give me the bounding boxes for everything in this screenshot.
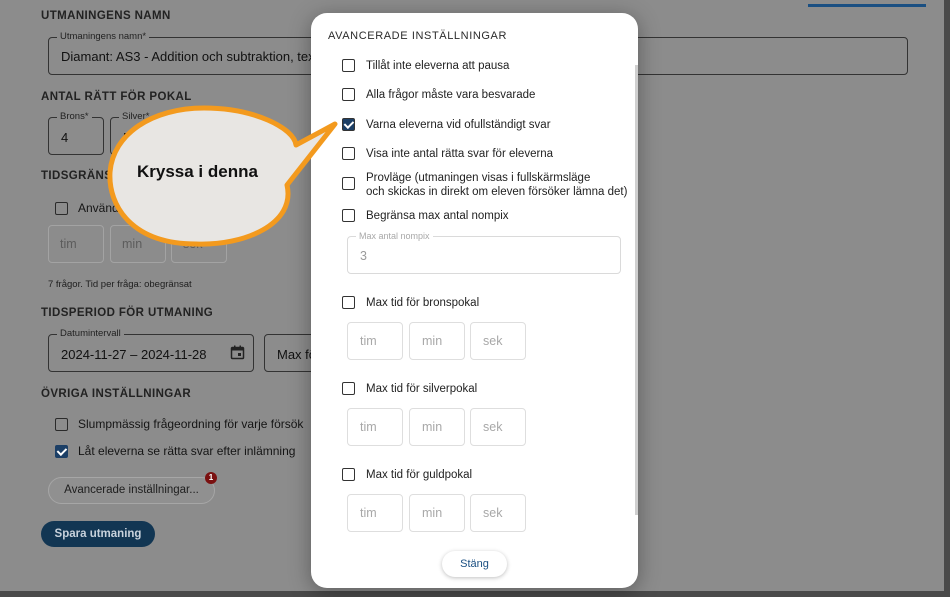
random-order-label: Slumpmässig frågeordning för varje försö… (78, 417, 304, 431)
option-gold-time[interactable]: Max tid för guldpokal (342, 468, 472, 482)
section-title-pokal: ANTAL RÄTT FÖR POKAL (41, 91, 192, 103)
max-nompix-field[interactable]: Max antal nompix 3 (347, 231, 621, 274)
silver-tim-field[interactable]: tim (347, 408, 403, 446)
use-time-limit-checkbox[interactable] (55, 201, 68, 215)
option-no-pause[interactable]: Tillåt inte eleverna att pausa (342, 59, 509, 73)
gold-tim-field[interactable]: tim (347, 494, 403, 532)
option-silver-time[interactable]: Max tid för silverpokal (342, 382, 477, 396)
date-range-label: Datumintervall (57, 328, 124, 339)
silver-field[interactable]: Silver* 5 (110, 111, 166, 155)
gold-sek-field[interactable]: sek (470, 494, 526, 532)
silver-min-field[interactable]: min (409, 408, 465, 446)
option-warn-incomplete[interactable]: Varna eleverna vid ofullständigt svar (342, 118, 551, 132)
option-bronze-time-label: Max tid för bronspokal (366, 297, 480, 309)
option-gold-time-checkbox[interactable] (342, 468, 355, 481)
option-bronze-time[interactable]: Max tid för bronspokal (342, 296, 479, 310)
show-answers-checkbox[interactable] (55, 444, 68, 458)
section-title-period: TIDSPERIOD FÖR UTMANING (41, 307, 214, 319)
callout-text: Kryssa i denna (137, 162, 258, 181)
time-limit-sek-field[interactable]: sek (171, 225, 227, 263)
brons-value: 4 (61, 130, 69, 145)
option-no-pause-label: Tillåt inte eleverna att pausa (366, 60, 510, 72)
option-no-pause-checkbox[interactable] (342, 59, 355, 72)
option-exam-mode-label-line1: Provläge (utmaningen visas i fullskärmsl… (366, 172, 591, 184)
option-all-answered-checkbox[interactable] (342, 88, 355, 101)
option-bronze-time-checkbox[interactable] (342, 296, 355, 309)
option-hide-correct-count[interactable]: Visa inte antal rätta svar för eleverna (342, 147, 553, 161)
random-order-row[interactable]: Slumpmässig frågeordning för varje försö… (55, 417, 303, 431)
silver-value: 5 (123, 130, 131, 145)
advanced-settings-button[interactable]: Avancerade inställningar... (48, 477, 215, 504)
active-tab-indicator (808, 4, 926, 7)
use-time-limit-label: Använd (78, 201, 119, 215)
random-order-checkbox[interactable] (55, 417, 68, 431)
use-time-limit-row[interactable]: Använd (55, 201, 119, 215)
brons-label: Brons* (57, 111, 92, 122)
dialog-scrollbar[interactable] (635, 65, 638, 515)
option-silver-time-checkbox[interactable] (342, 382, 355, 395)
show-answers-row[interactable]: Låt eleverna se rätta svar efter inlämni… (55, 444, 295, 458)
bronze-tim-field[interactable]: tim (347, 322, 403, 360)
challenge-name-value: Diamant: AS3 - Addition och subtraktion,… (61, 49, 315, 64)
save-challenge-button[interactable]: Spara utmaning (41, 521, 155, 547)
option-limit-nompix-checkbox[interactable] (342, 209, 355, 222)
option-hide-correct-count-label: Visa inte antal rätta svar för eleverna (366, 148, 554, 160)
time-limit-tim-field[interactable]: tim (48, 225, 104, 263)
option-exam-mode-text: Provläge (utmaningen visas i fullskärmsl… (366, 171, 627, 199)
max-nompix-value: 3 (360, 249, 367, 263)
close-button[interactable]: Stäng (442, 551, 507, 577)
option-limit-nompix[interactable]: Begränsa max antal nompix (342, 209, 509, 223)
show-answers-label: Låt eleverna se rätta svar efter inlämni… (78, 444, 296, 458)
challenge-name-label: Utmaningens namn* (57, 31, 150, 42)
option-all-answered-label: Alla frågor måste vara besvarade (366, 89, 536, 101)
max-nompix-label: Max antal nompix (356, 231, 433, 241)
section-title-other: ÖVRIGA INSTÄLLNINGAR (41, 388, 192, 400)
date-range-field[interactable]: Datumintervall 2024-11-27 – 2024-11-28 (48, 328, 254, 372)
option-exam-mode[interactable]: Provläge (utmaningen visas i fullskärmsl… (342, 171, 627, 199)
silver-label: Silver* (119, 111, 153, 122)
option-gold-time-label: Max tid för guldpokal (366, 469, 473, 481)
bronze-min-field[interactable]: min (409, 322, 465, 360)
gold-min-field[interactable]: min (409, 494, 465, 532)
option-exam-mode-checkbox[interactable] (342, 177, 355, 190)
silver-sek-field[interactable]: sek (470, 408, 526, 446)
option-all-answered[interactable]: Alla frågor måste vara besvarade (342, 88, 535, 102)
section-title-name: UTMANINGENS NAMN (41, 10, 171, 22)
dialog-title: AVANCERADE INSTÄLLNINGAR (328, 30, 508, 42)
time-limit-note: 7 frågor. Tid per fråga: obegränsat (48, 279, 192, 290)
brons-field[interactable]: Brons* 4 (48, 111, 104, 155)
advanced-settings-badge: 1 (205, 472, 217, 484)
advanced-settings-dialog: AVANCERADE INSTÄLLNINGAR Tillåt inte ele… (311, 13, 638, 588)
date-range-value: 2024-11-27 – 2024-11-28 (61, 347, 207, 362)
option-exam-mode-label-line2: och skickas in direkt om eleven försöker… (366, 186, 628, 198)
section-title-time-limit: TIDSGRÄNS (41, 170, 113, 182)
option-silver-time-label: Max tid för silverpokal (366, 383, 478, 395)
bronze-sek-field[interactable]: sek (470, 322, 526, 360)
option-warn-incomplete-label: Varna eleverna vid ofullständigt svar (366, 119, 551, 131)
option-hide-correct-count-checkbox[interactable] (342, 147, 355, 160)
time-limit-min-field[interactable]: min (110, 225, 166, 263)
calendar-icon[interactable] (230, 345, 245, 360)
option-warn-incomplete-checkbox[interactable] (342, 118, 355, 131)
option-limit-nompix-label: Begränsa max antal nompix (366, 210, 509, 222)
